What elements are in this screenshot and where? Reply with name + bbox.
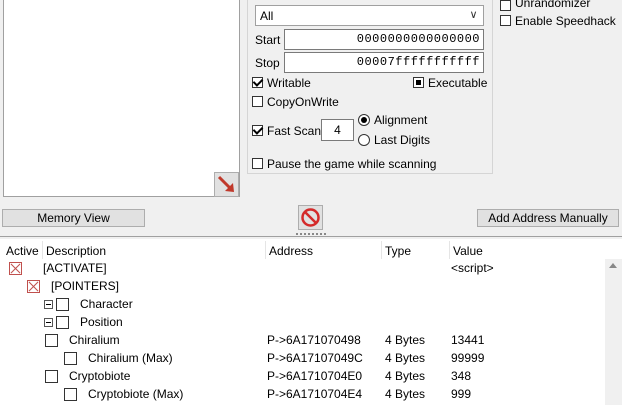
active-toggle[interactable] bbox=[27, 280, 40, 293]
row-description: Cryptobiote bbox=[69, 369, 131, 383]
active-toggle[interactable] bbox=[64, 388, 77, 401]
row-type: 4 Bytes bbox=[385, 387, 426, 401]
memory-region-value: All bbox=[260, 9, 274, 23]
row-description: Cryptobiote (Max) bbox=[88, 387, 184, 401]
writable-checkbox[interactable] bbox=[252, 77, 263, 88]
fast-scan-checkbox[interactable] bbox=[252, 125, 263, 136]
table-row[interactable]: Cryptobiote (Max) P->6A1710704E4 4 Bytes… bbox=[0, 385, 605, 403]
memory-view-button[interactable]: Memory View bbox=[2, 209, 145, 227]
clear-list-button[interactable] bbox=[298, 205, 323, 230]
pause-game-label: Pause the game while scanning bbox=[267, 157, 437, 171]
add-to-list-button[interactable] bbox=[214, 172, 239, 197]
stop-label: Stop bbox=[255, 56, 280, 70]
add-address-manually-button[interactable]: Add Address Manually bbox=[477, 209, 619, 227]
scroll-up-icon[interactable] bbox=[609, 263, 617, 268]
row-value: 13441 bbox=[451, 333, 485, 347]
row-address: P->6A1710704E0 bbox=[267, 369, 363, 383]
table-row[interactable]: [ACTIVATE] <script> bbox=[0, 259, 605, 277]
column-header-value[interactable]: Value bbox=[453, 244, 483, 258]
column-divider bbox=[42, 241, 43, 259]
row-value: 99999 bbox=[451, 351, 485, 365]
start-address-input[interactable]: 0000000000000000 bbox=[284, 29, 484, 50]
no-entry-icon bbox=[301, 208, 320, 227]
column-divider bbox=[381, 241, 382, 259]
arrow-down-right-icon bbox=[217, 175, 234, 192]
stop-address-input[interactable]: 00007fffffffffff bbox=[284, 52, 484, 73]
fast-scan-value-input[interactable]: 4 bbox=[321, 119, 354, 141]
fast-scan-label: Fast Scan bbox=[267, 124, 322, 138]
active-toggle[interactable] bbox=[9, 262, 22, 275]
copyonwrite-label: CopyOnWrite bbox=[267, 95, 339, 109]
collapse-icon[interactable] bbox=[44, 318, 53, 327]
row-type: 4 Bytes bbox=[385, 333, 426, 347]
table-row[interactable]: Chiralium (Max) P->6A17107049C 4 Bytes 9… bbox=[0, 349, 605, 367]
writable-label: Writable bbox=[267, 76, 311, 90]
row-value: <script> bbox=[451, 261, 494, 275]
scan-results-list[interactable] bbox=[3, 0, 240, 197]
row-description: [ACTIVATE] bbox=[43, 261, 107, 275]
table-row[interactable]: [POINTERS] bbox=[0, 277, 605, 295]
column-header-address[interactable]: Address bbox=[269, 244, 313, 258]
enable-speedhack-checkbox[interactable] bbox=[500, 15, 511, 26]
active-toggle[interactable] bbox=[64, 352, 77, 365]
row-type: 4 Bytes bbox=[385, 369, 426, 383]
collapse-icon[interactable] bbox=[44, 300, 53, 309]
row-address: P->6A171070498 bbox=[267, 333, 361, 347]
alignment-radio[interactable] bbox=[358, 114, 370, 126]
row-type: 4 Bytes bbox=[385, 351, 426, 365]
row-address: P->6A17107049C bbox=[267, 351, 363, 365]
pause-game-checkbox[interactable] bbox=[252, 158, 263, 169]
active-toggle[interactable] bbox=[45, 334, 58, 347]
last-digits-label: Last Digits bbox=[374, 133, 431, 147]
unrandomizer-checkbox[interactable] bbox=[500, 0, 511, 11]
alignment-label: Alignment bbox=[374, 113, 428, 127]
table-row[interactable]: Cryptobiote P->6A1710704E0 4 Bytes 348 bbox=[0, 367, 605, 385]
memory-region-select[interactable]: All ∨ bbox=[255, 5, 484, 26]
column-divider bbox=[449, 241, 450, 259]
executable-label: Executable bbox=[428, 76, 488, 90]
column-header-type[interactable]: Type bbox=[385, 244, 411, 258]
table-row[interactable]: Character bbox=[0, 295, 605, 313]
active-toggle[interactable] bbox=[56, 316, 69, 329]
row-description: Chiralium (Max) bbox=[88, 351, 173, 365]
copyonwrite-checkbox[interactable] bbox=[252, 96, 263, 107]
last-digits-radio[interactable] bbox=[358, 134, 370, 146]
row-description: Position bbox=[80, 315, 123, 329]
table-scrollbar[interactable] bbox=[605, 259, 622, 405]
enable-speedhack-label: Enable Speedhack bbox=[515, 14, 616, 28]
row-value: 999 bbox=[451, 387, 472, 401]
column-header-description[interactable]: Description bbox=[46, 244, 106, 258]
active-toggle[interactable] bbox=[56, 298, 69, 311]
executable-checkbox[interactable] bbox=[413, 77, 424, 88]
row-description: [POINTERS] bbox=[51, 279, 120, 293]
row-description: Chiralium bbox=[69, 333, 120, 347]
table-row[interactable]: Chiralium P->6A171070498 4 Bytes 13441 bbox=[0, 331, 605, 349]
row-value: 348 bbox=[451, 369, 472, 383]
row-description: Character bbox=[80, 297, 133, 311]
table-row[interactable]: Position bbox=[0, 313, 605, 331]
column-header-active[interactable]: Active bbox=[6, 244, 39, 258]
column-divider bbox=[265, 241, 266, 259]
active-toggle[interactable] bbox=[45, 370, 58, 383]
unrandomizer-label: Unrandomizer bbox=[515, 0, 591, 10]
start-label: Start bbox=[255, 33, 281, 47]
chevron-down-icon[interactable]: ∨ bbox=[465, 7, 482, 24]
row-address: P->6A1710704E4 bbox=[267, 387, 363, 401]
